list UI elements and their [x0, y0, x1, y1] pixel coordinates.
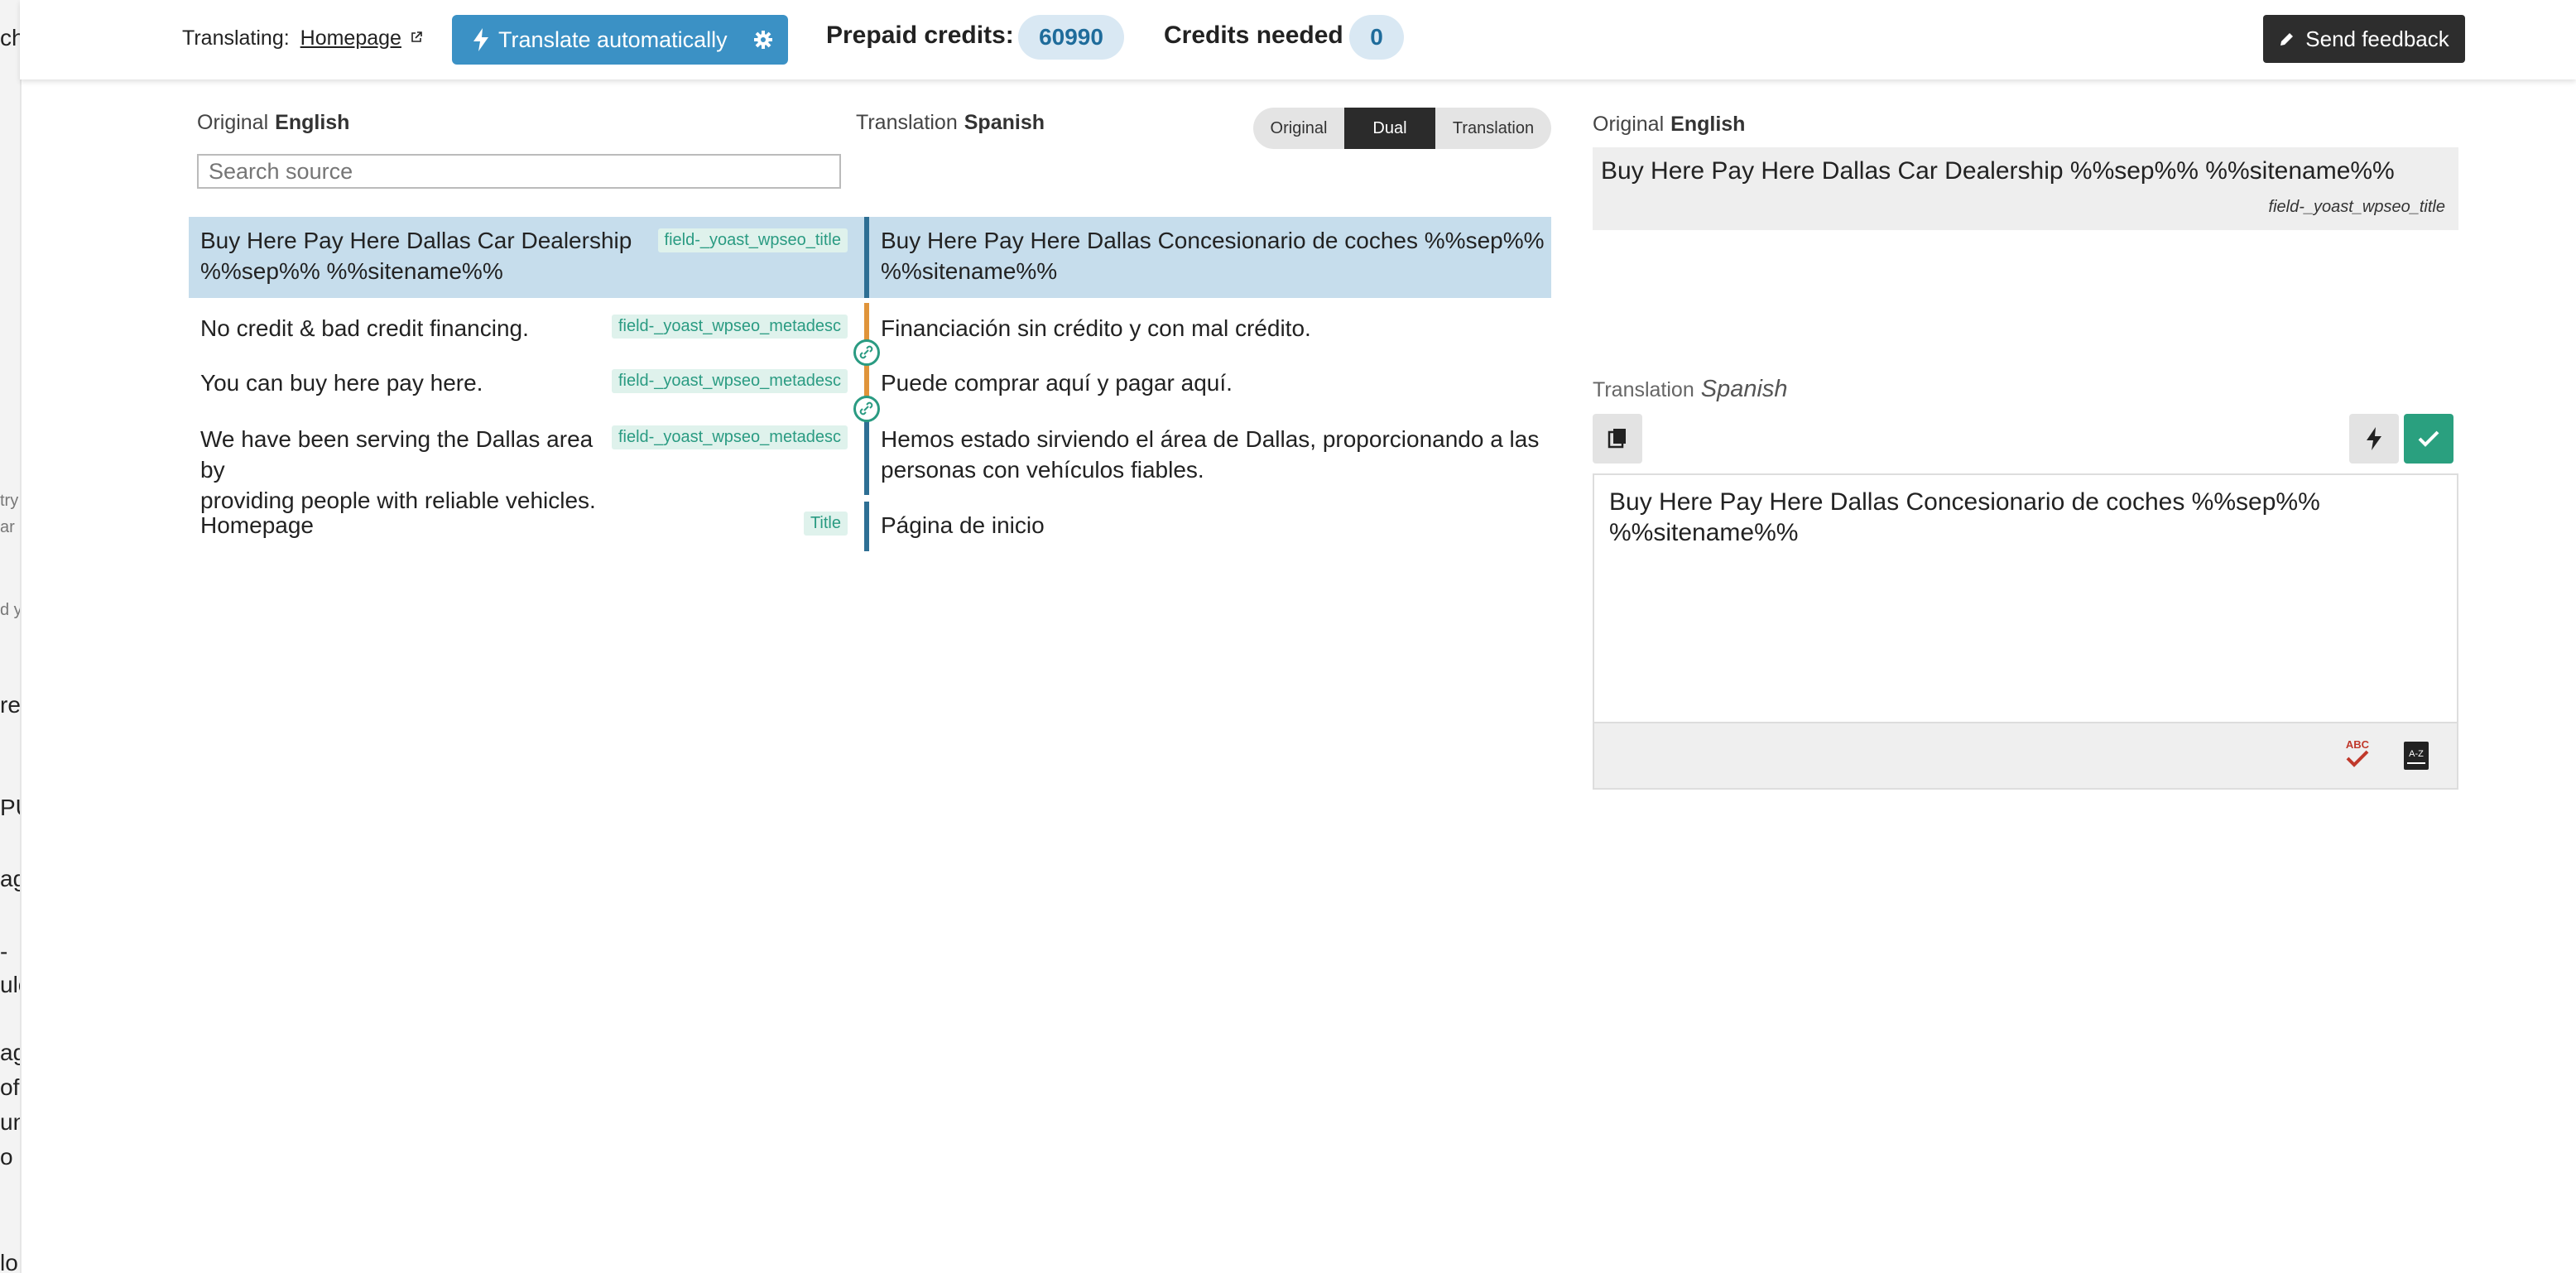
editor-original-header: Original English [1593, 113, 1745, 137]
credits-needed-badge: 0 [1349, 15, 1404, 60]
background-text: re [0, 692, 21, 718]
view-mode-toggle: Original Dual Translation [1253, 108, 1551, 149]
credits-needed-value: 0 [1370, 24, 1383, 50]
field-tag: field-_yoast_wpseo_metadesc [611, 425, 848, 449]
translation-text: Página de inicio [881, 512, 1045, 538]
editor-translation-language: Spanish [1700, 376, 1788, 402]
editor-original-language: English [1670, 113, 1746, 136]
search-source-input[interactable] [197, 154, 841, 189]
original-column-label: Original [197, 111, 269, 134]
translation-editor[interactable]: Buy Here Pay Here Dallas Concesionario d… [1593, 473, 2458, 723]
copy-original-button[interactable] [1593, 414, 1642, 464]
translate-automatically-button[interactable]: Translate automatically [452, 15, 788, 65]
background-text: PU [0, 795, 20, 820]
translation-text: Hemos estado sirviendo el área de Dallas… [881, 426, 1540, 483]
editor-footer [1593, 723, 2458, 790]
string-row[interactable]: Buy Here Pay Here Dallas Car Dealership … [189, 217, 1551, 298]
translation-text: Puede comprar aquí y pagar aquí. [881, 370, 1233, 396]
string-row[interactable]: Homepage Title Página de inicio [189, 502, 1551, 551]
row-status-bar [864, 416, 869, 495]
pencil-icon [2280, 33, 2294, 46]
prepaid-credits-badge: 60990 [1018, 15, 1124, 60]
editor-translation-header: Translation Spanish [1593, 376, 1788, 403]
background-text: - [0, 939, 8, 964]
svg-text:ABC: ABC [2346, 738, 2370, 751]
bolt-icon [2367, 427, 2381, 450]
translate-automatically-label: Translate automatically [498, 26, 728, 52]
background-page-strip: cha try ar d y re PU ag - ulo ag of un o… [0, 0, 22, 1273]
field-tag: field-_yoast_wpseo_metadesc [611, 315, 848, 339]
background-text: ag [0, 866, 20, 891]
credits-needed-label: Credits needed [1164, 22, 1343, 49]
translating-label: Translating: [182, 26, 290, 50]
check-icon [2418, 430, 2439, 447]
link-icon[interactable] [853, 339, 880, 366]
prepaid-credits-label: Prepaid credits: [826, 22, 1014, 49]
top-toolbar: Translating: Homepage Translate automati… [20, 0, 2576, 79]
translation-text: Financiación sin crédito y con mal crédi… [881, 315, 1311, 341]
spellcheck-icon[interactable]: ABC [2341, 737, 2374, 771]
field-tag: field-_yoast_wpseo_metadesc [611, 369, 848, 393]
bolt-icon [473, 28, 488, 51]
external-link-icon[interactable] [411, 31, 422, 43]
translation-language: Spanish [964, 111, 1045, 134]
translation-column-label: Translation [856, 111, 958, 134]
background-text: d y [0, 601, 22, 619]
translation-column-header: Translation Spanish [856, 111, 1045, 135]
glossary-icon[interactable]: A-Z [2402, 740, 2430, 771]
editor-translation-label: Translation [1593, 378, 1694, 401]
view-dual-option[interactable]: Dual [1344, 108, 1435, 149]
background-text: un [0, 1109, 20, 1135]
page-link[interactable]: Homepage [300, 26, 401, 50]
view-translation-option[interactable]: Translation [1435, 108, 1551, 149]
machine-translate-button[interactable] [2349, 414, 2399, 464]
view-original-option[interactable]: Original [1253, 108, 1344, 149]
background-text: ulo [0, 972, 20, 997]
string-row[interactable]: We have been serving the Dallas area by … [189, 416, 1551, 513]
original-language: English [275, 111, 350, 134]
prepaid-credits-value: 60990 [1039, 24, 1103, 50]
field-tag: Title [803, 512, 848, 536]
translation-text: Buy Here Pay Here Dallas Concesionario d… [881, 228, 1545, 284]
source-text: Homepage [200, 512, 314, 538]
row-status-bar [864, 502, 869, 551]
copy-icon [1608, 429, 1626, 449]
background-text: ar [0, 518, 15, 536]
link-icon[interactable] [853, 396, 880, 422]
svg-text:A-Z: A-Z [2409, 749, 2424, 759]
translating-indicator: Translating: Homepage [182, 26, 422, 50]
source-text: You can buy here pay here. [200, 370, 483, 396]
editor-original-label: Original [1593, 113, 1665, 136]
source-text: No credit & bad credit financing. [200, 315, 529, 341]
original-text: Buy Here Pay Here Dallas Car Dealership … [1601, 157, 2395, 185]
approve-button[interactable] [2404, 414, 2453, 464]
field-tag: field-_yoast_wpseo_title [657, 228, 848, 252]
background-text: ag [0, 1040, 20, 1065]
background-text: try [0, 492, 19, 510]
original-text-box: Buy Here Pay Here Dallas Car Dealership … [1593, 147, 2458, 230]
background-text: o [0, 1144, 13, 1170]
gear-icon[interactable] [753, 30, 773, 50]
background-text: lo [0, 1250, 18, 1273]
original-column-header: Original English [197, 111, 349, 135]
send-feedback-label: Send feedback [2305, 26, 2449, 51]
row-status-bar [864, 217, 869, 298]
field-name: field-_yoast_wpseo_title [2268, 198, 2445, 216]
send-feedback-button[interactable]: Send feedback [2263, 15, 2465, 63]
background-text: cha [0, 25, 20, 50]
background-text: of [0, 1074, 20, 1100]
